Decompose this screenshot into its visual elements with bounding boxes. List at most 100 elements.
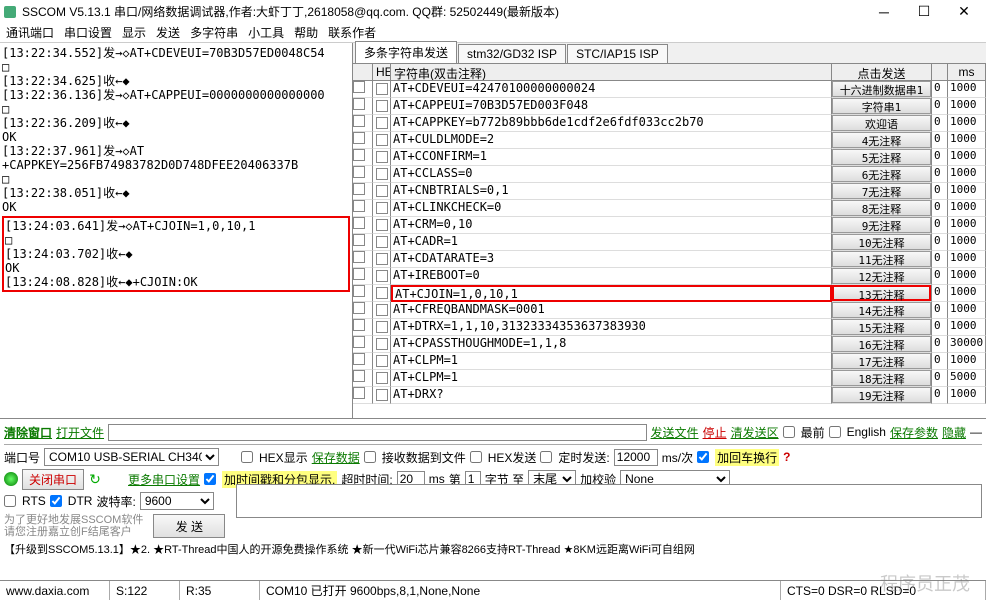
ms-cell[interactable]: 1000	[948, 81, 986, 98]
row-checkbox[interactable]	[353, 115, 365, 127]
send-button[interactable]: 发 送	[153, 514, 225, 538]
cmd-input[interactable]	[393, 166, 829, 180]
hex-checkbox[interactable]	[376, 389, 388, 401]
cmd-input[interactable]	[393, 302, 829, 316]
send-row-button[interactable]: 13无注释	[832, 285, 931, 301]
row-checkbox[interactable]	[353, 319, 365, 331]
hex-checkbox[interactable]	[376, 355, 388, 367]
close-button[interactable]: ✕	[944, 1, 984, 23]
menu-item[interactable]: 多字符串	[190, 24, 238, 41]
row-checkbox[interactable]	[353, 98, 365, 110]
timed-send-checkbox[interactable]	[540, 451, 552, 463]
row-checkbox[interactable]	[353, 336, 365, 348]
send-row-button[interactable]: 19无注释	[832, 387, 931, 403]
dtr-checkbox[interactable]	[50, 495, 62, 507]
cmd-input[interactable]	[393, 370, 829, 384]
menu-item[interactable]: 通讯端口	[6, 24, 54, 41]
n-cell[interactable]: 0	[932, 234, 948, 251]
row-checkbox[interactable]	[353, 149, 365, 161]
tab[interactable]: 多条字符串发送	[355, 41, 457, 63]
hex-checkbox[interactable]	[376, 287, 388, 299]
row-checkbox[interactable]	[353, 387, 365, 399]
menu-item[interactable]: 帮助	[294, 24, 318, 41]
minimize-button[interactable]: ─	[864, 1, 904, 23]
menu-item[interactable]: 发送	[156, 24, 180, 41]
hex-checkbox[interactable]	[376, 168, 388, 180]
send-row-button[interactable]: 14无注释	[832, 302, 931, 318]
cmd-input[interactable]	[393, 387, 829, 401]
send-row-button[interactable]: 16无注释	[832, 336, 931, 352]
n-cell[interactable]: 0	[932, 353, 948, 370]
cmd-input[interactable]	[393, 217, 829, 231]
hex-send-checkbox[interactable]	[470, 451, 482, 463]
english-checkbox[interactable]	[829, 426, 841, 438]
cmd-input[interactable]	[393, 81, 829, 95]
hex-checkbox[interactable]	[376, 83, 388, 95]
n-cell[interactable]: 0	[932, 98, 948, 115]
ms-cell[interactable]: 1000	[948, 251, 986, 268]
menu-item[interactable]: 显示	[122, 24, 146, 41]
send-row-button[interactable]: 18无注释	[832, 370, 931, 386]
send-row-button[interactable]: 字符串1	[832, 98, 931, 114]
hex-checkbox[interactable]	[376, 134, 388, 146]
more-settings-link[interactable]: 更多串口设置	[128, 471, 200, 488]
ms-cell[interactable]: 5000	[948, 370, 986, 387]
row-checkbox[interactable]	[353, 353, 365, 365]
n-cell[interactable]: 0	[932, 319, 948, 336]
send-row-button[interactable]: 8无注释	[832, 200, 931, 216]
ms-cell[interactable]: 1000	[948, 98, 986, 115]
timestamp-checkbox[interactable]	[204, 473, 216, 485]
cmd-input[interactable]	[393, 268, 829, 282]
cmd-input[interactable]	[395, 287, 828, 301]
send-row-button[interactable]: 4无注释	[832, 132, 931, 148]
cmd-input[interactable]	[393, 336, 829, 350]
n-cell[interactable]: 0	[932, 285, 948, 302]
row-checkbox[interactable]	[353, 234, 365, 246]
baud-select[interactable]: 9600	[140, 492, 214, 510]
n-cell[interactable]: 0	[932, 81, 948, 98]
n-cell[interactable]: 0	[932, 166, 948, 183]
help-icon[interactable]: ?	[783, 450, 790, 464]
cmd-input[interactable]	[393, 319, 829, 333]
ms-cell[interactable]: 1000	[948, 200, 986, 217]
send-row-button[interactable]: 10无注释	[832, 234, 931, 250]
row-checkbox[interactable]	[353, 370, 365, 382]
clear-send-link[interactable]: 清发送区	[731, 424, 779, 441]
send-row-button[interactable]: 6无注释	[832, 166, 931, 182]
ms-cell[interactable]: 1000	[948, 115, 986, 132]
menu-item[interactable]: 串口设置	[64, 24, 112, 41]
send-row-button[interactable]: 十六进制数据串1	[832, 81, 931, 97]
file-path-input[interactable]	[108, 424, 647, 441]
cmd-input[interactable]	[393, 115, 829, 129]
n-cell[interactable]: 0	[932, 387, 948, 404]
hex-checkbox[interactable]	[376, 270, 388, 282]
cmd-input[interactable]	[393, 149, 829, 163]
row-checkbox[interactable]	[353, 183, 365, 195]
recv-file-checkbox[interactable]	[364, 451, 376, 463]
close-port-button[interactable]: 关闭串口	[22, 469, 84, 490]
send-row-button[interactable]: 17无注释	[832, 353, 931, 369]
send-row-button[interactable]: 欢迎语	[832, 115, 931, 131]
ms-cell[interactable]: 1000	[948, 234, 986, 251]
send-row-button[interactable]: 7无注释	[832, 183, 931, 199]
row-checkbox[interactable]	[353, 302, 365, 314]
send-row-button[interactable]: 12无注释	[832, 268, 931, 284]
hex-checkbox[interactable]	[376, 321, 388, 333]
cmd-input[interactable]	[393, 183, 829, 197]
front-checkbox[interactable]	[783, 426, 795, 438]
row-checkbox[interactable]	[353, 285, 365, 297]
hex-checkbox[interactable]	[376, 253, 388, 265]
n-cell[interactable]: 0	[932, 370, 948, 387]
hex-checkbox[interactable]	[376, 219, 388, 231]
rts-checkbox[interactable]	[4, 495, 16, 507]
hex-checkbox[interactable]	[376, 304, 388, 316]
send-row-button[interactable]: 9无注释	[832, 217, 931, 233]
hex-checkbox[interactable]	[376, 117, 388, 129]
open-file-link[interactable]: 打开文件	[56, 424, 104, 441]
tab[interactable]: STC/IAP15 ISP	[567, 44, 668, 63]
tab[interactable]: stm32/GD32 ISP	[458, 44, 566, 63]
n-cell[interactable]: 0	[932, 217, 948, 234]
row-checkbox[interactable]	[353, 132, 365, 144]
ms-cell[interactable]: 1000	[948, 387, 986, 404]
hex-checkbox[interactable]	[376, 185, 388, 197]
